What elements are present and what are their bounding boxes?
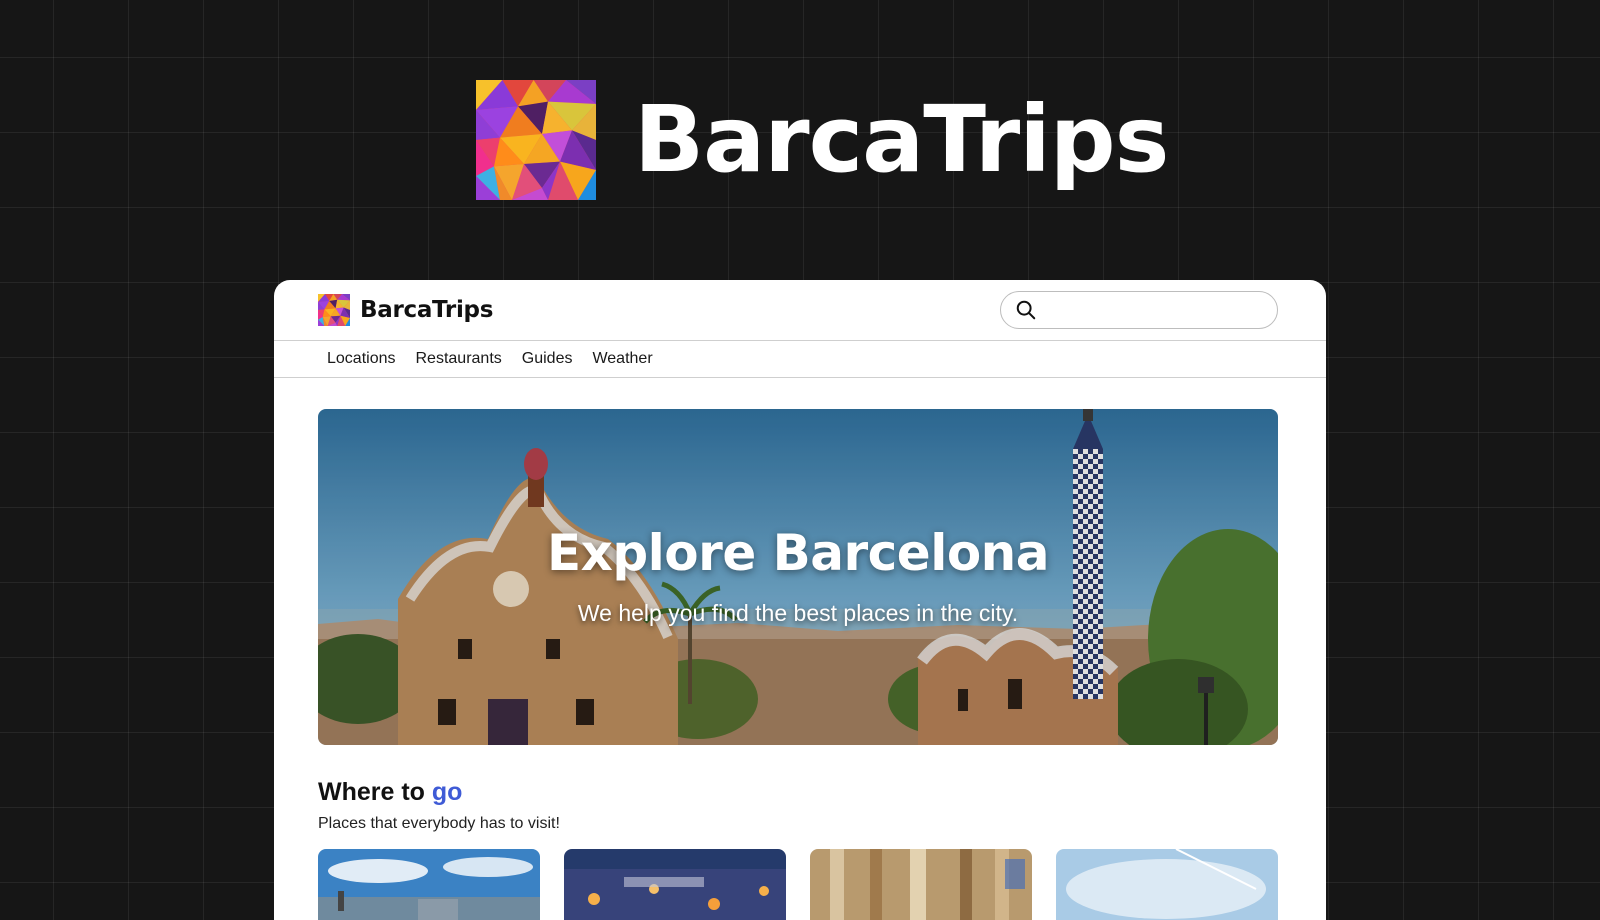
hero-brand: BarcaTrips bbox=[476, 80, 1169, 200]
where-to-go-section: Where to go Places that everybody has to… bbox=[318, 778, 1278, 833]
section-title: Where to go bbox=[318, 778, 1278, 807]
header-brand-link[interactable]: BarcaTrips bbox=[318, 294, 493, 326]
place-card[interactable] bbox=[1056, 849, 1278, 920]
main-nav: Locations Restaurants Guides Weather bbox=[274, 341, 1326, 378]
banner-title: Explore Barcelona bbox=[546, 524, 1050, 582]
section-title-accent: go bbox=[431, 778, 463, 806]
place-card-image bbox=[318, 849, 540, 920]
nav-item-guides[interactable]: Guides bbox=[522, 350, 573, 368]
place-card-image bbox=[1056, 849, 1278, 920]
place-card[interactable] bbox=[318, 849, 540, 920]
section-subtitle: Places that everybody has to visit! bbox=[318, 815, 560, 832]
place-card-image bbox=[564, 849, 786, 920]
place-card-image bbox=[810, 849, 1032, 920]
mosaic-logo-icon bbox=[318, 294, 350, 326]
place-card[interactable] bbox=[564, 849, 786, 920]
section-title-prefix: Where to bbox=[318, 778, 425, 806]
search-icon[interactable] bbox=[1015, 299, 1037, 321]
hero-banner: Explore Barcelona We help you find the b… bbox=[318, 409, 1278, 745]
mosaic-logo-icon bbox=[476, 80, 596, 200]
nav-item-restaurants[interactable]: Restaurants bbox=[416, 350, 502, 368]
hero-brand-name: BarcaTrips bbox=[634, 86, 1169, 193]
search-input[interactable] bbox=[1045, 300, 1263, 320]
nav-item-locations[interactable]: Locations bbox=[327, 350, 396, 368]
banner-subtitle: We help you find the best places in the … bbox=[577, 600, 1019, 626]
place-cards bbox=[318, 849, 1278, 920]
search-box[interactable] bbox=[1000, 291, 1278, 329]
place-card[interactable] bbox=[810, 849, 1032, 920]
nav-item-weather[interactable]: Weather bbox=[592, 350, 652, 368]
app-window: BarcaTrips Locations Restaurants Guides … bbox=[274, 280, 1326, 920]
header: BarcaTrips bbox=[274, 280, 1326, 341]
header-brand-name: BarcaTrips bbox=[360, 297, 494, 323]
banner-text: Explore Barcelona We help you find the b… bbox=[318, 524, 1278, 627]
